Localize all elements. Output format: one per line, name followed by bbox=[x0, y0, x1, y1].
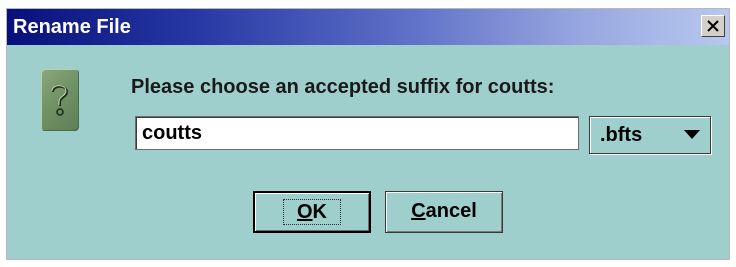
cancel-label-rest: ancel bbox=[425, 200, 477, 222]
cancel-button[interactable]: Cancel bbox=[385, 191, 503, 233]
chevron-down-icon bbox=[684, 130, 700, 139]
ok-label-rest: K bbox=[312, 201, 327, 223]
cancel-mnemonic: C bbox=[411, 200, 426, 222]
title-bar[interactable]: Rename File bbox=[7, 9, 729, 45]
question-icon bbox=[41, 69, 79, 131]
prompt-text: Please choose an accepted suffix for cou… bbox=[131, 76, 555, 98]
ok-button[interactable]: OK bbox=[253, 191, 371, 233]
filename-input[interactable] bbox=[135, 116, 579, 150]
dialog-title: Rename File bbox=[13, 16, 131, 38]
close-icon bbox=[707, 20, 719, 32]
rename-file-dialog: Rename File Please choose an accepted su… bbox=[6, 8, 730, 260]
suffix-dropdown[interactable]: .bfts bbox=[589, 116, 711, 154]
suffix-selected-value: .bfts bbox=[600, 124, 643, 146]
close-button[interactable] bbox=[701, 15, 725, 37]
ok-mnemonic: O bbox=[296, 201, 313, 223]
